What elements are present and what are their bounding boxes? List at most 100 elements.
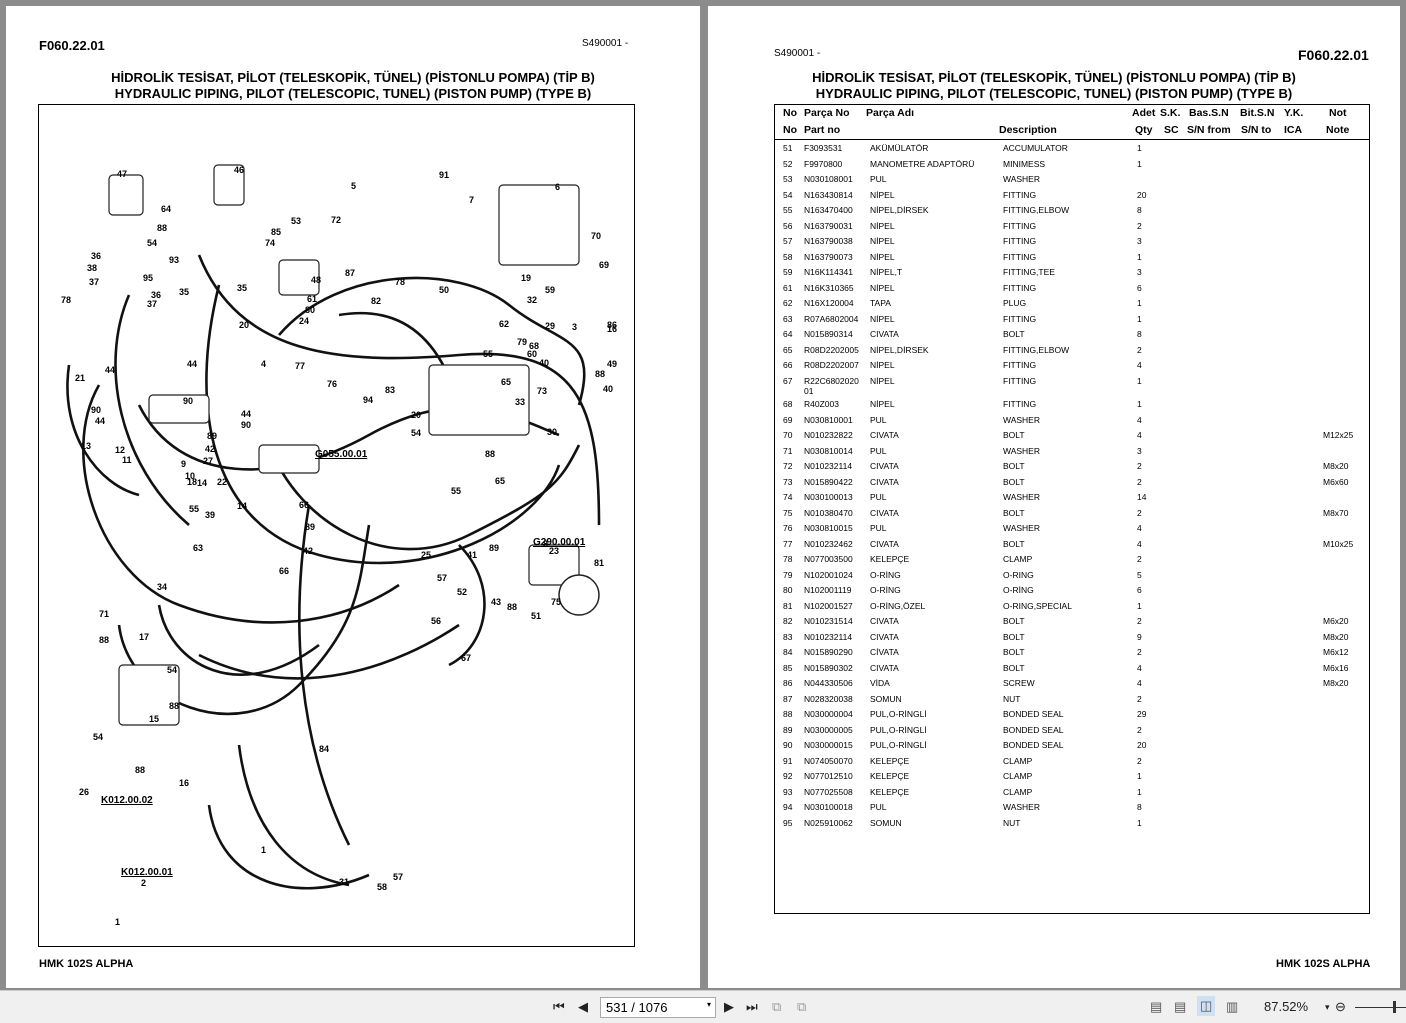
- cell-note: M8x20: [1323, 631, 1349, 642]
- hdr-ica: Y.K.: [1284, 107, 1304, 119]
- callout-number: 78: [395, 277, 405, 287]
- cell-qty: 3: [1137, 445, 1142, 456]
- callout-number: 54: [93, 732, 103, 742]
- table-row: 77 N010232462 CIVATA BOLT 4 M10x25: [775, 539, 1369, 554]
- callout-number: 57: [437, 573, 447, 583]
- diagram-drawing: 47 46648854363837 959335 353637782144449090…: [61, 164, 617, 927]
- callout-number: 89: [305, 522, 315, 532]
- cell-no: 64: [783, 329, 793, 339]
- cell-desc: WASHER: [1003, 492, 1040, 502]
- hdr-no: No: [783, 107, 797, 119]
- page-dropdown-icon[interactable]: ▾: [707, 1000, 711, 1009]
- last-page-button[interactable]: ⏭: [746, 999, 758, 1015]
- callout-number: 46: [234, 165, 244, 175]
- cell-desc: NUT: [1003, 817, 1021, 828]
- callout-number: 19: [521, 273, 531, 283]
- callout-number: 55: [451, 486, 461, 496]
- cell-qty: 2: [1137, 220, 1142, 231]
- callout-number: 88: [507, 602, 517, 612]
- prev-page-button[interactable]: ◀: [578, 999, 588, 1015]
- callout-number: 10: [185, 471, 195, 481]
- continuous-page-icon[interactable]: ▤: [1174, 999, 1186, 1015]
- callout-number: 88: [595, 369, 605, 379]
- two-page-icon[interactable]: ◫: [1197, 996, 1216, 1016]
- cell-part: R07A6802004: [804, 313, 859, 324]
- table-row: 83 N010232114 CIVATA BOLT 9 M8x20: [775, 632, 1369, 647]
- cell-no: 93: [783, 786, 793, 797]
- cell-name: KELEPÇE: [870, 755, 910, 766]
- left-page: F060.22.01 S490001 - HİDROLİK TESİSAT, P…: [6, 6, 700, 988]
- cell-name: AKÜMÜLATÖR: [870, 143, 929, 153]
- zoom-level[interactable]: 87.52%: [1264, 999, 1308, 1014]
- cell-part: N010380470: [804, 507, 853, 518]
- cell-name: NİPEL: [870, 236, 895, 246]
- zoom-slider-handle[interactable]: [1393, 1001, 1396, 1013]
- cell-no: 92: [783, 771, 793, 781]
- callout-number: 59: [545, 285, 555, 295]
- cell-qty: 4: [1137, 414, 1142, 425]
- callout-number: 67: [461, 653, 471, 663]
- page-number-input[interactable]: 531 / 1076 ▾: [600, 997, 716, 1018]
- callout-number: 69: [599, 260, 609, 270]
- zoom-out-icon[interactable]: ⊖: [1335, 999, 1346, 1015]
- table-row: 58 N163790073 NİPEL FITTING 1: [775, 252, 1369, 267]
- cell-part: N010232822: [804, 430, 853, 440]
- table-row: 84 N015890290 CİVATA BOLT 2 M6x12: [775, 647, 1369, 662]
- cell-qty: 4: [1137, 430, 1142, 440]
- hdr-sc-en: SC: [1164, 124, 1179, 136]
- previous-view-icon[interactable]: ⧉: [772, 999, 781, 1015]
- cell-qty: 1: [1137, 771, 1142, 781]
- zoom-dropdown-icon[interactable]: ▾: [1325, 1002, 1330, 1013]
- cell-part: N16X120004: [804, 298, 854, 308]
- cell-part: R40Z003: [804, 399, 839, 409]
- hdr-note-en: Note: [1326, 124, 1350, 136]
- cell-name: CIVATA: [870, 662, 899, 673]
- cell-no: 71: [783, 445, 793, 456]
- callout-number: 43: [491, 597, 501, 607]
- single-page-icon[interactable]: ▤: [1150, 999, 1162, 1015]
- cell-part: N028320038: [804, 693, 853, 704]
- cell-qty: 4: [1137, 678, 1142, 688]
- cell-qty: 1: [1137, 399, 1142, 409]
- zoom-slider[interactable]: [1355, 1007, 1406, 1008]
- cell-part: N16K114341: [804, 267, 853, 277]
- cell-name: SOMUN: [870, 817, 902, 828]
- cell-desc: BOLT: [1003, 662, 1025, 673]
- table-row: 76 N030810015 PUL WASHER 4: [775, 523, 1369, 538]
- cell-part: N030810014: [804, 445, 853, 456]
- cell-desc: WASHER: [1003, 523, 1040, 533]
- callout-number: 70: [591, 231, 601, 241]
- cell-note: M8x20: [1323, 678, 1349, 688]
- next-view-icon[interactable]: ⧉: [797, 999, 806, 1015]
- callout-number: 88: [169, 701, 179, 711]
- cell-name: PUL,O-RİNGLİ: [870, 724, 927, 735]
- callout-number: 49: [607, 359, 617, 369]
- cell-desc: FITTING: [1003, 399, 1037, 409]
- cell-desc: WASHER: [1003, 174, 1040, 184]
- cell-name: CIVATA: [870, 616, 899, 626]
- callout-number: 58: [377, 882, 387, 892]
- callout-number: 66: [299, 500, 309, 510]
- cell-qty: 1: [1137, 375, 1142, 386]
- hose-line: [207, 804, 370, 890]
- table-row: 75 N010380470 CIVATA BOLT 2 M8x70: [775, 508, 1369, 523]
- first-page-button[interactable]: ⏮: [553, 999, 565, 1015]
- cell-part: N010232114: [804, 631, 853, 642]
- callout-number: 7: [469, 195, 474, 205]
- callout-number: 93: [169, 255, 179, 265]
- cell-no: 52: [783, 158, 793, 169]
- cell-desc: O-RİNG: [1003, 585, 1034, 595]
- table-row: 55 N163470400 NİPEL,DİRSEK FITTING,ELBOW 8: [775, 205, 1369, 220]
- two-page-continuous-icon[interactable]: ▥: [1226, 999, 1238, 1015]
- callout-number: 57: [393, 872, 403, 882]
- callout-number: 89: [207, 431, 217, 441]
- table-row: 64 N015890314 CIVATA BOLT 8: [775, 329, 1369, 344]
- next-page-button[interactable]: ▶: [724, 999, 734, 1015]
- subassembly-reference: G290.00.01: [533, 537, 586, 548]
- cell-no: 94: [783, 802, 793, 812]
- callout-number: 77: [295, 361, 305, 371]
- cell-desc: PLUG: [1003, 298, 1027, 308]
- callout-number: 44: [95, 416, 105, 426]
- table-row: 67 R22C6802020 01 NİPEL FITTING 1: [775, 375, 1369, 396]
- cell-desc: ACCUMULATOR: [1003, 143, 1068, 153]
